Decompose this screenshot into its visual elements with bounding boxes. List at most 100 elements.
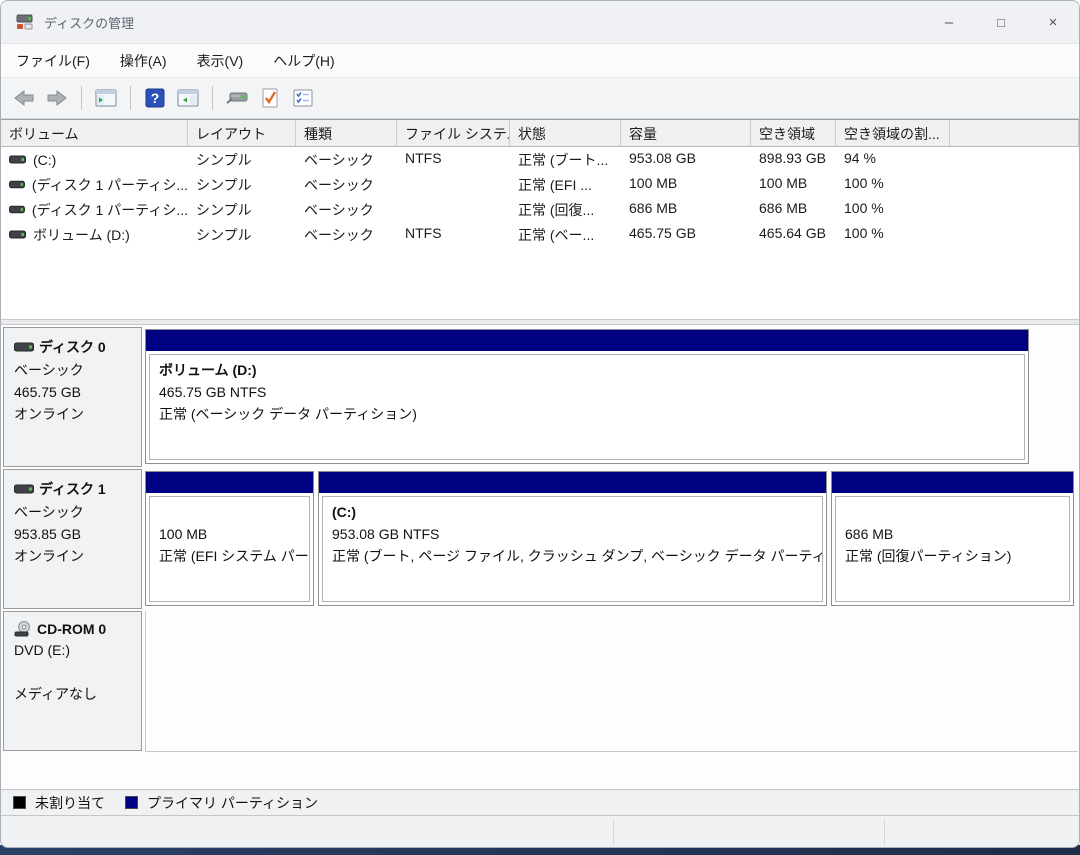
column-header-volume[interactable]: ボリューム bbox=[1, 120, 188, 146]
column-header-status[interactable]: 状態 bbox=[510, 120, 621, 146]
minimize-button[interactable]: – bbox=[923, 1, 975, 43]
disk-kind: ベーシック bbox=[14, 501, 135, 523]
disk-0-strip: ボリューム (D:) 465.75 GB NTFS 正常 (ベーシック データ … bbox=[145, 327, 1033, 467]
cell-layout: シンプル bbox=[188, 222, 296, 247]
partition-size: 100 MB bbox=[159, 523, 309, 545]
disk-label: ディスク 1 bbox=[39, 479, 106, 499]
partition-color-bar bbox=[319, 472, 826, 493]
disk-graphical-view: ディスク 0 ベーシック 465.75 GB オンライン ボリューム (D:) … bbox=[1, 325, 1079, 789]
cell-filesystem bbox=[397, 197, 510, 222]
toolbar-separator bbox=[130, 86, 131, 110]
disk-0-panel[interactable]: ディスク 0 ベーシック 465.75 GB オンライン bbox=[3, 327, 142, 467]
show-action-pane-icon[interactable] bbox=[175, 85, 201, 111]
table-row[interactable]: (ディスク 1 パーティシ... シンプル ベーシック 正常 (EFI ... … bbox=[1, 172, 1079, 197]
cell-free: 465.64 GB bbox=[751, 222, 836, 247]
toolbar-separator bbox=[81, 86, 82, 110]
cell-free-pct: 100 % bbox=[836, 222, 950, 247]
menu-help[interactable]: ヘルプ(H) bbox=[273, 51, 334, 71]
disk-icon bbox=[14, 483, 34, 495]
cell-type: ベーシック bbox=[296, 197, 397, 222]
cdrom-0-panel[interactable]: CD-ROM 0 DVD (E:) メディアなし bbox=[3, 611, 142, 751]
partition-efi[interactable]: 100 MB 正常 (EFI システム パー bbox=[145, 471, 314, 606]
partition-color-bar bbox=[146, 330, 1028, 351]
disk-management-app-icon bbox=[15, 13, 35, 31]
cell-volume: (ディスク 1 パーティシ... bbox=[32, 200, 188, 220]
show-console-tree-icon[interactable] bbox=[93, 85, 119, 111]
toolbar-separator bbox=[212, 86, 213, 110]
column-header-layout[interactable]: レイアウト bbox=[188, 120, 296, 146]
cdrom-0-row: CD-ROM 0 DVD (E:) メディアなし bbox=[1, 611, 1079, 751]
desktop: ディスクの管理 – □ × ファイル(F) 操作(A) 表示(V) ヘルプ(H) bbox=[0, 0, 1080, 855]
disk-management-window: ディスクの管理 – □ × ファイル(F) 操作(A) 表示(V) ヘルプ(H) bbox=[0, 0, 1080, 848]
title-bar: ディスクの管理 – □ × bbox=[1, 1, 1079, 43]
partition-name: ボリューム (D:) bbox=[159, 359, 1024, 381]
properties-list-icon[interactable] bbox=[290, 85, 316, 111]
svg-text:?: ? bbox=[151, 90, 160, 106]
toolbar: ? bbox=[1, 78, 1079, 119]
disk-size: 953.85 GB bbox=[14, 523, 135, 545]
cell-layout: シンプル bbox=[188, 147, 296, 172]
menu-action[interactable]: 操作(A) bbox=[120, 51, 167, 71]
menu-view[interactable]: 表示(V) bbox=[197, 51, 244, 71]
cell-filesystem bbox=[397, 172, 510, 197]
check-disk-icon[interactable] bbox=[257, 85, 283, 111]
partition-recovery[interactable]: 686 MB 正常 (回復パーティション) bbox=[831, 471, 1074, 606]
disk-label: CD-ROM 0 bbox=[37, 621, 106, 637]
legend-primary-partition: プライマリ パーティション bbox=[125, 793, 318, 813]
cdrom-empty-area bbox=[145, 611, 1078, 752]
cell-status: 正常 (ベー... bbox=[510, 222, 621, 247]
legend-bar: 未割り当て プライマリ パーティション bbox=[1, 789, 1079, 815]
cell-volume: (ディスク 1 パーティシ... bbox=[32, 175, 188, 195]
disk-1-row: ディスク 1 ベーシック 953.85 GB オンライン 100 MB 正常 (… bbox=[1, 469, 1079, 609]
column-header-type[interactable]: 種類 bbox=[296, 120, 397, 146]
legend-label: 未割り当て bbox=[35, 793, 105, 813]
volume-icon bbox=[9, 204, 25, 215]
cell-capacity: 686 MB bbox=[621, 197, 751, 222]
partition-c[interactable]: (C:) 953.08 GB NTFS 正常 (ブート, ページ ファイル, ク… bbox=[318, 471, 827, 606]
cell-free-pct: 94 % bbox=[836, 147, 950, 172]
cell-capacity: 953.08 GB bbox=[621, 147, 751, 172]
partition-info: (C:) 953.08 GB NTFS 正常 (ブート, ページ ファイル, ク… bbox=[322, 496, 823, 602]
disk-state: メディアなし bbox=[14, 683, 135, 705]
cell-layout: シンプル bbox=[188, 172, 296, 197]
close-button[interactable]: × bbox=[1027, 1, 1079, 43]
cell-status: 正常 (回復... bbox=[510, 197, 621, 222]
menu-bar: ファイル(F) 操作(A) 表示(V) ヘルプ(H) bbox=[1, 43, 1079, 78]
partition-info: 100 MB 正常 (EFI システム パー bbox=[149, 496, 310, 602]
disk-0-row: ディスク 0 ベーシック 465.75 GB オンライン ボリューム (D:) … bbox=[1, 327, 1079, 467]
forward-icon[interactable] bbox=[44, 85, 70, 111]
partition-status: 正常 (ベーシック データ パーティション) bbox=[159, 403, 1024, 425]
cell-capacity: 465.75 GB bbox=[621, 222, 751, 247]
legend-unallocated: 未割り当て bbox=[13, 793, 105, 813]
window-controls: – □ × bbox=[923, 1, 1079, 43]
partition-d[interactable]: ボリューム (D:) 465.75 GB NTFS 正常 (ベーシック データ … bbox=[145, 329, 1029, 464]
partition-name bbox=[159, 501, 309, 523]
status-bar-separator bbox=[613, 820, 614, 845]
column-header-capacity[interactable]: 容量 bbox=[621, 120, 751, 146]
partition-size: 686 MB bbox=[845, 523, 1069, 545]
maximize-button[interactable]: □ bbox=[975, 1, 1027, 43]
disk-1-panel[interactable]: ディスク 1 ベーシック 953.85 GB オンライン bbox=[3, 469, 142, 609]
volume-icon bbox=[9, 229, 26, 240]
volume-icon bbox=[9, 179, 25, 190]
disk-size: 465.75 GB bbox=[14, 381, 135, 403]
table-row[interactable]: (C:) シンプル ベーシック NTFS 正常 (ブート... 953.08 G… bbox=[1, 147, 1079, 172]
table-row[interactable]: ボリューム (D:) シンプル ベーシック NTFS 正常 (ベー... 465… bbox=[1, 222, 1079, 247]
menu-file[interactable]: ファイル(F) bbox=[16, 51, 90, 71]
disk-state: オンライン bbox=[14, 403, 135, 425]
partition-name: (C:) bbox=[332, 501, 822, 523]
window-title: ディスクの管理 bbox=[44, 13, 134, 32]
table-row[interactable]: (ディスク 1 パーティシ... シンプル ベーシック 正常 (回復... 68… bbox=[1, 197, 1079, 222]
cell-free-pct: 100 % bbox=[836, 197, 950, 222]
column-header-filesystem[interactable]: ファイル システム bbox=[397, 120, 510, 146]
back-icon[interactable] bbox=[11, 85, 37, 111]
partition-status: 正常 (回復パーティション) bbox=[845, 545, 1069, 567]
volume-list: ボリューム レイアウト 種類 ファイル システム 状態 容量 空き領域 空き領域… bbox=[1, 119, 1079, 319]
help-icon[interactable]: ? bbox=[142, 85, 168, 111]
column-header-free[interactable]: 空き領域 bbox=[751, 120, 836, 146]
disk-kind: DVD (E:) bbox=[14, 639, 135, 661]
column-header-free-pct[interactable]: 空き領域の割... bbox=[836, 120, 950, 146]
partition-status: 正常 (ブート, ページ ファイル, クラッシュ ダンプ, ベーシック データ … bbox=[332, 545, 822, 567]
rescan-disks-icon[interactable] bbox=[224, 85, 250, 111]
cell-capacity: 100 MB bbox=[621, 172, 751, 197]
